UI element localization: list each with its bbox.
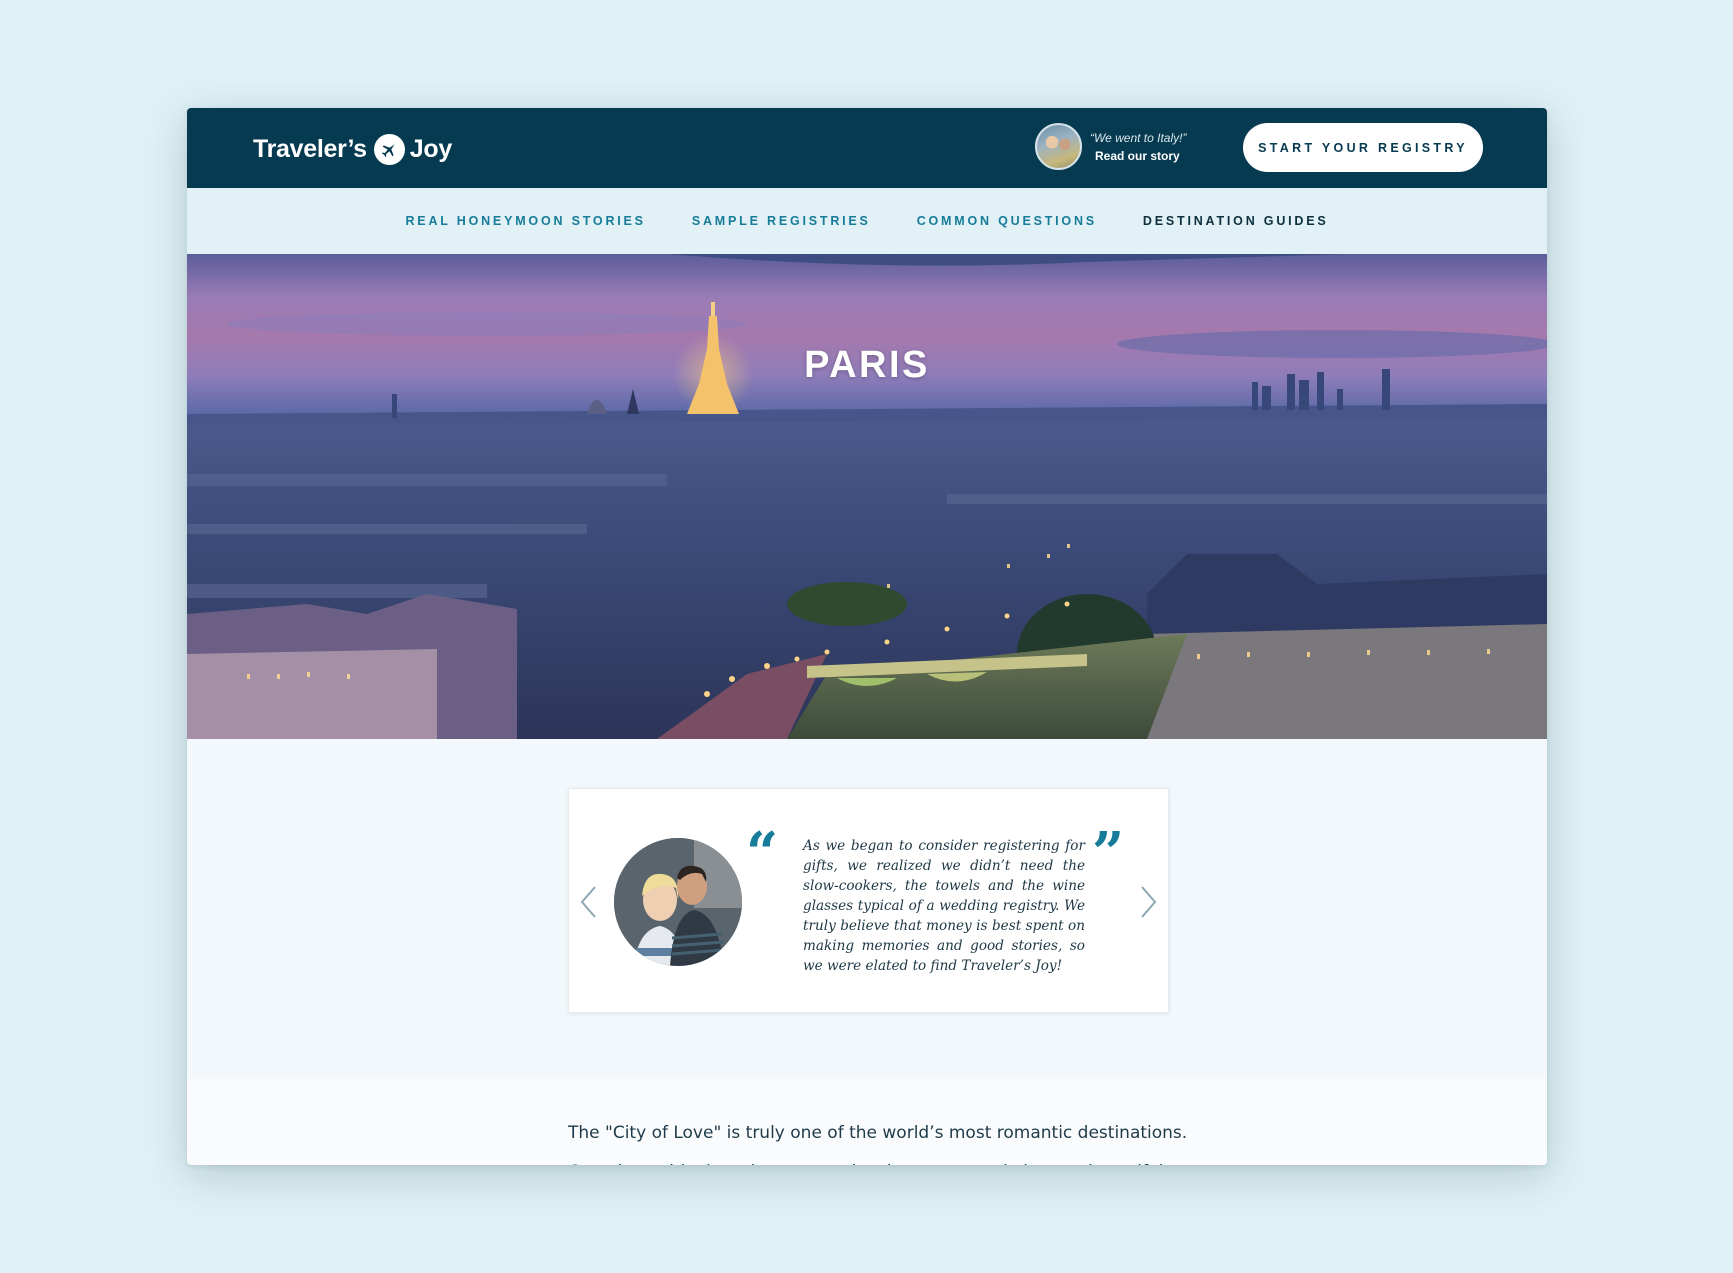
browser-frame: Traveler’s Joy “We went to Italy!” Read … bbox=[187, 108, 1547, 1165]
logo[interactable]: Traveler’s Joy bbox=[253, 134, 452, 165]
story-teaser[interactable]: “We went to Italy!” Read our story bbox=[1035, 123, 1186, 170]
chevron-left-icon[interactable] bbox=[576, 884, 600, 920]
intro-line-1: The "City of Love" is truly one of the w… bbox=[568, 1123, 1188, 1143]
site-header: Traveler’s Joy “We went to Italy!” Read … bbox=[187, 108, 1547, 188]
close-quote-icon: ” bbox=[1092, 820, 1125, 886]
logo-text-left: Traveler’s bbox=[253, 135, 367, 163]
open-quote-icon: “ bbox=[746, 820, 779, 886]
logo-text-right: Joy bbox=[409, 135, 452, 163]
nav-item-common-questions[interactable]: COMMON QUESTIONS bbox=[917, 214, 1097, 228]
testimonial-quote: As we began to consider registering for … bbox=[803, 838, 1085, 974]
nav-item-destination-guides[interactable]: DESTINATION GUIDES bbox=[1143, 214, 1329, 228]
intro-line-2: Complete with charming streets, iconic s… bbox=[568, 1156, 1188, 1165]
nav-item-sample-registries[interactable]: SAMPLE REGISTRIES bbox=[692, 214, 871, 228]
testimonial-card: “ As we began to consider registering fo… bbox=[568, 788, 1169, 1013]
paris-skyline-image bbox=[187, 254, 1547, 739]
couple-photo bbox=[614, 838, 742, 966]
chevron-right-icon[interactable] bbox=[1137, 884, 1161, 920]
destination-intro: The "City of Love" is truly one of the w… bbox=[568, 1117, 1188, 1165]
hero-banner: PARIS bbox=[187, 254, 1547, 739]
nav-item-real-honeymoon-stories[interactable]: REAL HONEYMOON STORIES bbox=[405, 214, 645, 228]
story-quote: “We went to Italy!” bbox=[1090, 130, 1187, 145]
read-story-link[interactable]: Read our story bbox=[1090, 147, 1186, 165]
airplane-icon bbox=[373, 134, 405, 165]
main-nav: REAL HONEYMOON STORIES SAMPLE REGISTRIES… bbox=[187, 188, 1547, 254]
testimonial-section: “ As we began to consider registering fo… bbox=[187, 739, 1547, 1079]
avatar bbox=[1035, 123, 1082, 170]
hero-title: PARIS bbox=[804, 344, 930, 386]
start-registry-button[interactable]: START YOUR REGISTRY bbox=[1243, 123, 1483, 172]
